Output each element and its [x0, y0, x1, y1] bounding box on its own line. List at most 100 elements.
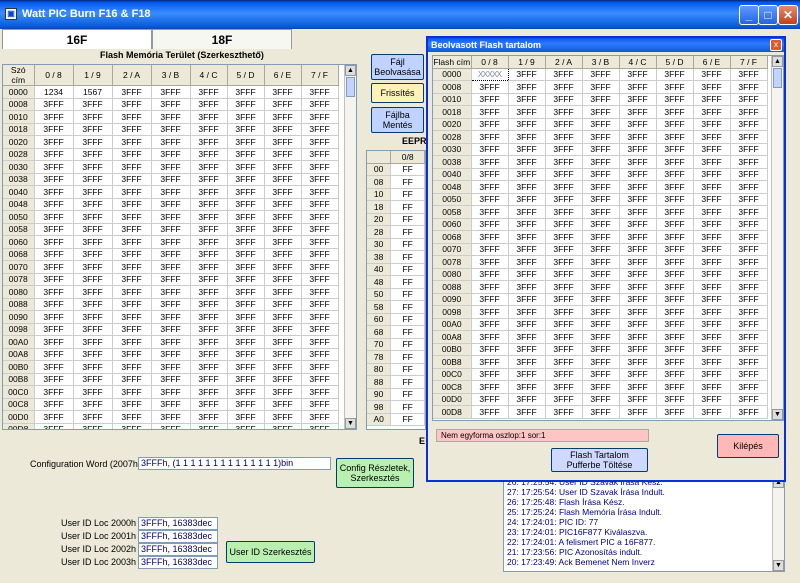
flash-cell[interactable]: 3FFF [301, 198, 339, 211]
column-header[interactable]: 6 / E [693, 56, 731, 69]
flash-cell[interactable]: 3FFF [73, 185, 113, 199]
flash-cell[interactable]: 3FFF [301, 160, 339, 174]
flash-cell[interactable]: 3FFF [190, 323, 228, 336]
flash-cell[interactable]: 3FFF [656, 205, 694, 219]
flash-cell[interactable]: 3FFF [34, 160, 74, 174]
flash-cell[interactable]: 3FFF [656, 268, 694, 281]
flash-cell[interactable]: 3FFF [656, 393, 694, 406]
flash-cell[interactable]: 3FFF [301, 273, 339, 286]
column-header[interactable]: 5 / D [656, 56, 694, 69]
flash-cell[interactable]: 3FFF [656, 230, 694, 244]
eeprom-cell[interactable]: FF [390, 288, 425, 301]
flash-cell[interactable]: 3FFF [693, 130, 731, 144]
tab-18f[interactable]: 18F [152, 29, 292, 49]
flash-cell[interactable]: 3FFF [301, 173, 339, 186]
flash-cell[interactable]: 3FFF [619, 93, 657, 106]
flash-cell[interactable]: 3FFF [227, 310, 265, 324]
flash-cell[interactable]: 3FFF [693, 155, 731, 169]
flash-cell[interactable]: 3FFF [656, 180, 694, 194]
flash-cell[interactable]: 3FFF [656, 280, 694, 294]
flash-cell[interactable]: 3FFF [471, 118, 509, 131]
flash-cell[interactable]: 3FFF [264, 235, 302, 249]
save-file-button[interactable]: Fájlba Mentés [371, 107, 424, 133]
flash-cell[interactable]: 3FFF [73, 148, 113, 161]
flash-cell[interactable]: 3FFF [301, 148, 339, 161]
flash-cell[interactable]: 3FFF [227, 373, 265, 386]
flash-cell[interactable]: 3FFF [545, 205, 583, 219]
flash-cell[interactable]: 3FFF [264, 260, 302, 274]
eeprom-cell[interactable]: FF [390, 275, 425, 289]
flash-cell[interactable]: 3FFF [112, 310, 152, 324]
flash-cell[interactable]: 3FFF [619, 255, 657, 269]
flash-cell[interactable]: 3FFF [508, 318, 546, 331]
flash-cell[interactable]: 3FFF [112, 410, 152, 424]
flash-cell[interactable]: 3FFF [34, 273, 74, 286]
flash-cell[interactable]: 3FFF [582, 205, 620, 219]
config-word-field[interactable]: 3FFFh, (1 1 1 1 1 1 1 1 1 1 1 1 1 1)bin [138, 457, 331, 470]
flash-cell[interactable]: 3FFF [619, 105, 657, 119]
flash-cell[interactable]: 3FFF [151, 248, 191, 261]
flash-cell[interactable]: 3FFF [34, 173, 74, 186]
flash-cell[interactable]: 3FFF [471, 355, 509, 369]
flash-cell[interactable]: 3FFF [508, 355, 546, 369]
flash-cell[interactable]: 3FFF [227, 198, 265, 211]
eeprom-cell[interactable]: FF [390, 188, 425, 201]
read-flash-grid[interactable]: Flash cím 0 / 81 / 92 / A3 / B4 / C5 / D6… [432, 55, 784, 421]
flash-cell[interactable]: 3FFF [151, 398, 191, 411]
flash-cell[interactable]: 3FFF [656, 305, 694, 319]
flash-cell[interactable]: 3FFF [508, 380, 546, 394]
flash-cell[interactable]: 3FFF [471, 130, 509, 144]
flash-cell[interactable]: 3FFF [619, 193, 657, 206]
flash-cell[interactable]: 3FFF [190, 260, 228, 274]
flash-cell[interactable]: 3FFF [508, 180, 546, 194]
flash-cell[interactable]: 3FFF [471, 268, 509, 281]
flash-cell[interactable]: 3FFF [545, 293, 583, 306]
column-header[interactable]: 2 / A [112, 65, 152, 86]
flash-cell[interactable]: 3FFF [545, 243, 583, 256]
flash-cell[interactable]: 3FFF [693, 268, 731, 281]
flash-cell[interactable]: 3FFF [73, 160, 113, 174]
flash-cell[interactable]: 1234 [34, 85, 74, 99]
flash-cell[interactable]: 3FFF [582, 143, 620, 156]
log-scroll-down-icon[interactable]: ▼ [773, 560, 784, 571]
flash-cell[interactable]: 3FFF [471, 293, 509, 306]
flash-cell[interactable]: 3FFF [112, 360, 152, 374]
flash-cell[interactable]: 3FFF [73, 98, 113, 111]
flash-cell[interactable]: 3FFF [227, 123, 265, 136]
flash-cell[interactable]: 3FFF [301, 398, 339, 411]
flash-cell[interactable]: 3FFF [471, 218, 509, 231]
column-header[interactable]: 0 / 8 [34, 65, 74, 86]
flash-cell[interactable]: 3FFF [693, 105, 731, 119]
flash-cell[interactable]: 3FFF [730, 380, 768, 394]
flash-cell[interactable]: 3FFF [112, 248, 152, 261]
column-header[interactable]: 2 / A [545, 56, 583, 69]
eeprom-cell[interactable]: FF [390, 325, 425, 339]
flash-cell[interactable]: 3FFF [112, 185, 152, 199]
flash-cell[interactable]: 3FFF [112, 210, 152, 224]
flash-cell[interactable]: 3FFF [73, 260, 113, 274]
flash-cell[interactable]: 3FFF [508, 155, 546, 169]
flash-cell[interactable]: 3FFF [545, 405, 583, 419]
flash-cell[interactable]: 3FFF [508, 68, 546, 81]
flash-cell[interactable]: 3FFF [34, 123, 74, 136]
flash-cell[interactable]: 3FFF [545, 380, 583, 394]
flash-cell[interactable]: 3FFF [264, 385, 302, 399]
flash-cell[interactable]: 3FFF [73, 210, 113, 224]
flash-cell[interactable]: 3FFF [582, 330, 620, 344]
flash-cell[interactable]: 3FFF [693, 293, 731, 306]
flash-cell[interactable]: 3FFF [34, 285, 74, 299]
flash-cell[interactable]: 3FFF [619, 205, 657, 219]
flash-cell[interactable]: 3FFF [73, 248, 113, 261]
flash-cell[interactable]: 3FFF [582, 255, 620, 269]
flash-cell[interactable]: 3FFF [190, 373, 228, 386]
flash-cell[interactable]: 3FFF [112, 148, 152, 161]
flash-cell[interactable]: 3FFF [264, 110, 302, 124]
eeprom-cell[interactable]: FF [390, 175, 425, 189]
flash-cell[interactable]: 3FFF [227, 385, 265, 399]
flash-cell[interactable]: 3FFF [264, 135, 302, 149]
flash-cell[interactable]: 3FFF [112, 260, 152, 274]
flash-cell[interactable]: 3FFF [264, 173, 302, 186]
flash-cell[interactable]: 3FFF [656, 255, 694, 269]
flash-cell[interactable]: 3FFF [264, 410, 302, 424]
flash-cell[interactable]: 3FFF [582, 405, 620, 419]
